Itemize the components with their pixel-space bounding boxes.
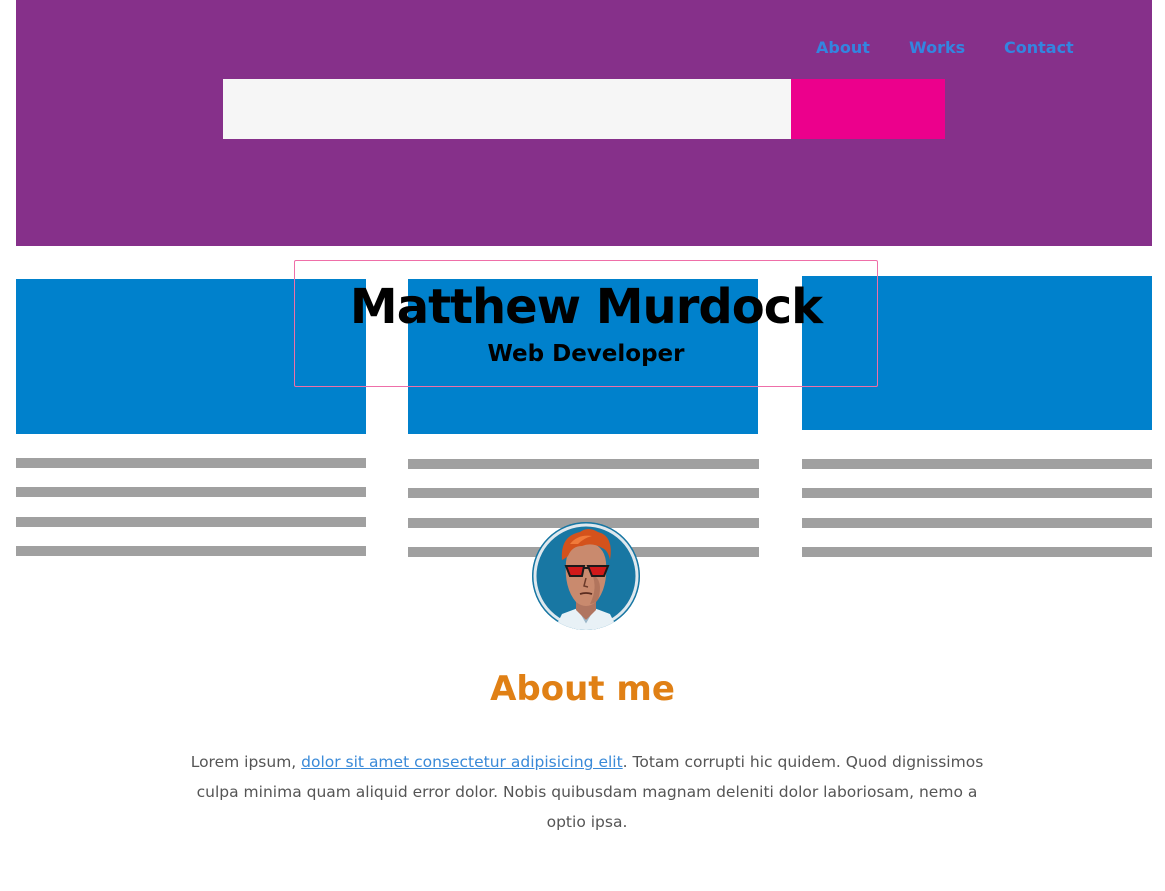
avatar-icon — [532, 522, 640, 630]
placeholder-text-line — [408, 488, 759, 498]
nav-link-about[interactable]: About — [816, 38, 870, 57]
nav-link-contact[interactable]: Contact — [1004, 38, 1074, 57]
placeholder-text-line — [16, 546, 366, 556]
hero-title-box: Matthew Murdock Web Developer — [294, 260, 878, 387]
about-title: About me — [490, 669, 675, 709]
avatar — [532, 522, 640, 630]
search-input[interactable] — [223, 79, 791, 139]
placeholder-text-line — [802, 518, 1152, 528]
about-text: Lorem ipsum, dolor sit amet consectetur … — [187, 747, 987, 837]
hero-name: Matthew Murdock — [349, 279, 823, 335]
hero-role: Web Developer — [487, 341, 685, 367]
placeholder-text-line — [802, 547, 1152, 557]
nav-link-works[interactable]: Works — [909, 38, 965, 57]
about-inline-link[interactable]: dolor sit amet consectetur adipisicing e… — [301, 753, 623, 771]
site-header: About Works Contact — [16, 0, 1152, 246]
placeholder-text-line — [408, 459, 759, 469]
placeholder-text-line — [802, 459, 1152, 469]
about-text-start: Lorem ipsum, — [190, 753, 302, 771]
placeholder-text-line — [802, 488, 1152, 498]
search-button[interactable] — [791, 79, 945, 139]
placeholder-text-line — [16, 487, 366, 497]
page: About Works Contact Matthew Murdock Web … — [0, 0, 1165, 891]
placeholder-text-line — [16, 458, 366, 468]
placeholder-text-line — [16, 517, 366, 527]
main-nav: About Works Contact — [16, 38, 1152, 62]
